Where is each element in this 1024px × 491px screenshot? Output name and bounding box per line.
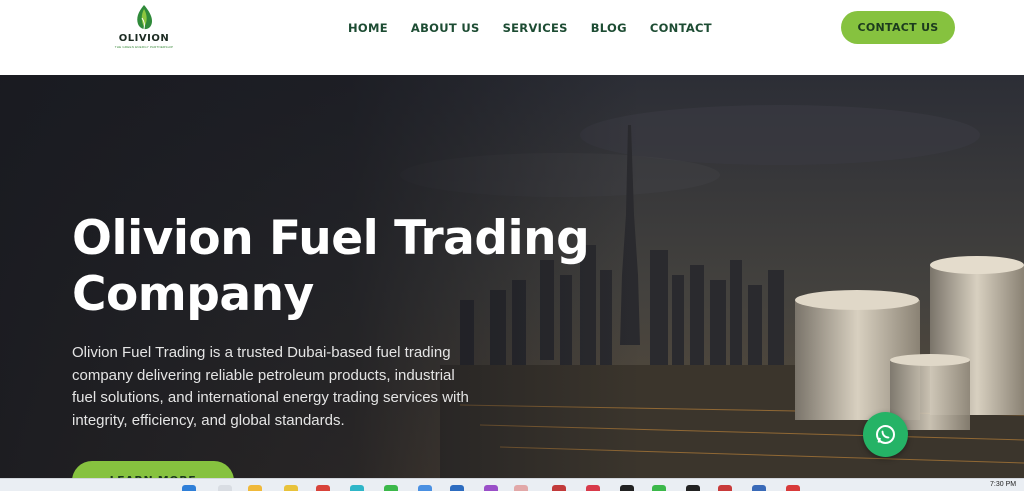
chrome-icon[interactable] [316, 485, 330, 491]
brand-name: OLIVION [118, 33, 170, 44]
contact-us-button[interactable]: CONTACT US [841, 11, 955, 44]
os-taskbar: 7:30 PM [0, 478, 1024, 491]
search-icon[interactable] [218, 485, 232, 491]
hero-section: Olivion Fuel Trading Company Olivion Fue… [0, 75, 1024, 478]
file-explorer-icon[interactable] [248, 485, 262, 491]
hero-description: Olivion Fuel Trading is a trusted Dubai-… [72, 344, 469, 429]
leaf-drop-icon [137, 5, 152, 30]
app-icon[interactable] [418, 485, 432, 491]
brand-tagline: THE GREEN ENERGY PARTNERSHIP [114, 45, 174, 49]
app-icon[interactable] [718, 485, 732, 491]
app-icon[interactable] [384, 485, 398, 491]
main-nav: HOME ABOUT US SERVICES BLOG CONTACT [348, 20, 735, 36]
taskbar-clock: 7:30 PM [990, 481, 1017, 488]
nav-home[interactable]: HOME [348, 20, 388, 36]
learn-more-button[interactable]: LEARN MORE [72, 461, 234, 478]
whatsapp-icon [876, 425, 895, 444]
windows-start-icon[interactable] [182, 485, 196, 491]
app-icon[interactable] [652, 485, 666, 491]
app-icon[interactable] [284, 485, 298, 491]
brand-logo[interactable]: OLIVION THE GREEN ENERGY PARTNERSHIP [112, 4, 176, 49]
whatsapp-button[interactable] [863, 412, 908, 457]
nav-about-us[interactable]: ABOUT US [411, 20, 480, 36]
app-icon[interactable] [752, 485, 766, 491]
app-icon[interactable] [620, 485, 634, 491]
app-icon[interactable] [686, 485, 700, 491]
app-icon[interactable] [514, 485, 528, 491]
nav-contact[interactable]: CONTACT [650, 20, 712, 36]
app-icon[interactable] [484, 485, 498, 491]
app-icon[interactable] [586, 485, 600, 491]
app-icon[interactable] [350, 485, 364, 491]
nav-blog[interactable]: BLOG [591, 20, 627, 36]
app-icon[interactable] [552, 485, 566, 491]
hero-title: Olivion Fuel Trading Company [72, 211, 590, 322]
app-icon[interactable] [786, 485, 800, 491]
nav-services[interactable]: SERVICES [503, 20, 568, 36]
app-icon[interactable] [450, 485, 464, 491]
site-header: OLIVION THE GREEN ENERGY PARTNERSHIP HOM… [0, 0, 1024, 75]
